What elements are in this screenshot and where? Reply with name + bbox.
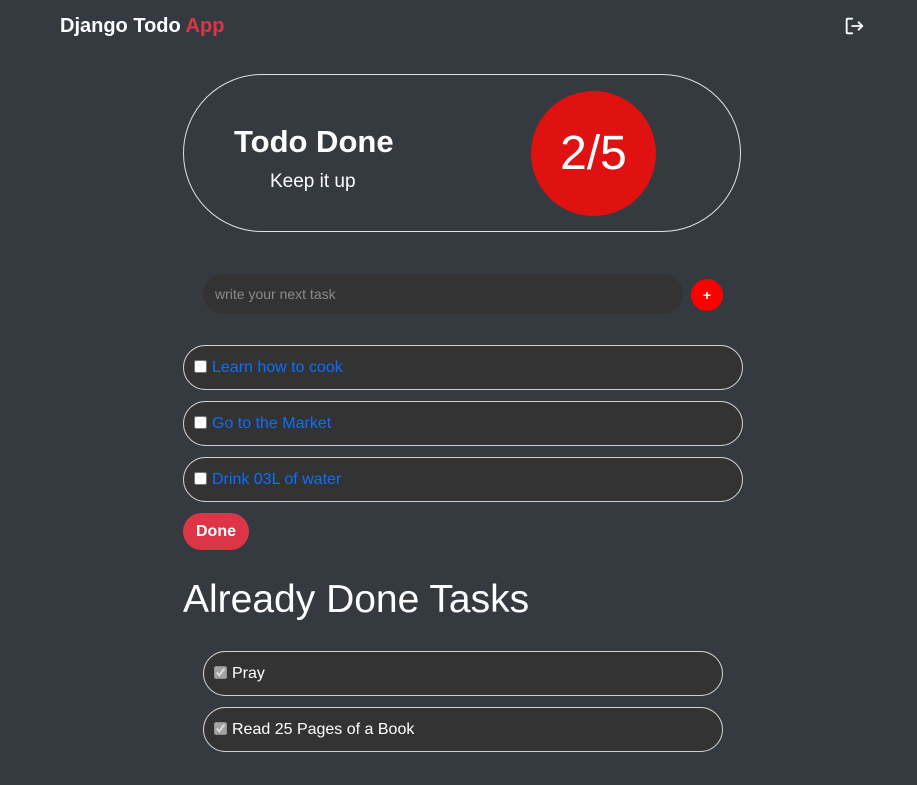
pending-task-item[interactable]: Drink 03L of water — [183, 457, 743, 502]
progress-subtitle: Keep it up — [270, 171, 356, 192]
pending-task-item[interactable]: Learn how to cook — [183, 345, 743, 390]
brand-accent: App — [185, 15, 225, 37]
brand-name: Django Todo — [60, 15, 181, 37]
brand-logo[interactable]: Django Todo App — [60, 14, 224, 38]
done-task-checkbox — [214, 722, 227, 735]
task-checkbox[interactable] — [194, 416, 207, 429]
pending-task-item[interactable]: Go to the Market — [183, 401, 743, 446]
done-task-label: Pray — [232, 665, 265, 682]
progress-title: Todo Done — [234, 124, 394, 159]
done-task-item: Pray — [203, 651, 723, 696]
task-checkbox[interactable] — [194, 360, 207, 373]
done-button[interactable]: Done — [183, 513, 249, 550]
logout-icon[interactable] — [843, 15, 865, 37]
task-link[interactable]: Learn how to cook — [212, 358, 343, 377]
progress-counter: 2/5 — [531, 91, 656, 216]
done-task-label: Read 25 Pages of a Book — [232, 721, 415, 738]
task-link[interactable]: Go to the Market — [212, 414, 331, 433]
done-task-item: Read 25 Pages of a Book — [203, 707, 723, 752]
task-link[interactable]: Drink 03L of water — [212, 470, 341, 489]
task-checkbox[interactable] — [194, 472, 207, 485]
navbar: Django Todo App — [0, 0, 917, 52]
add-task-button[interactable]: + — [691, 279, 723, 311]
done-section-title: Already Done Tasks — [183, 578, 530, 621]
done-task-checkbox — [214, 666, 227, 679]
progress-card: Todo Done Keep it up 2/5 — [183, 74, 741, 232]
new-task-input[interactable] — [203, 274, 683, 314]
